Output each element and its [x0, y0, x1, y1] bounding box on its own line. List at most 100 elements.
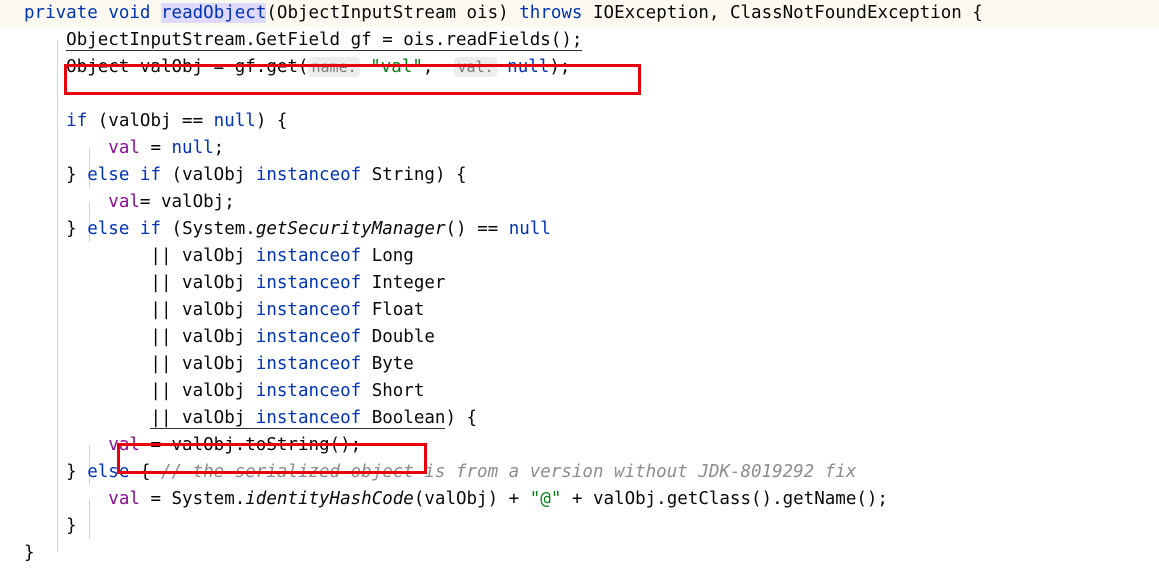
code-line[interactable]: Object valObj = gf.get(name: "val", val:…	[0, 54, 1159, 81]
code-token: =	[139, 138, 172, 158]
keyword-token: instanceof	[255, 354, 362, 374]
code-line[interactable]: || valObj instanceof Double	[0, 324, 1159, 351]
code-line[interactable]: val = valObj.toString();	[0, 432, 1159, 459]
keyword-token: null	[508, 219, 551, 239]
keyword-token: instanceof	[255, 408, 362, 429]
code-line[interactable]: || valObj instanceof Short	[0, 378, 1159, 405]
code-token: || valObj	[24, 354, 256, 374]
comment-token: // the serialized object is from a versi…	[160, 462, 857, 482]
code-token: {	[129, 462, 161, 482]
parameter-inlay-hint: val:	[454, 57, 497, 77]
code-token: Short	[361, 381, 425, 401]
string-literal-token: "@"	[529, 489, 562, 509]
keyword-token: else	[87, 219, 130, 239]
code-line[interactable]: || valObj instanceof Integer	[0, 270, 1159, 297]
keyword-token: instanceof	[255, 273, 362, 293]
code-token: }	[24, 165, 88, 185]
code-line[interactable]: private void readObject(ObjectInputStrea…	[0, 0, 1159, 27]
code-line[interactable]: if (valObj == null) {	[0, 108, 1159, 135]
code-token-underlined: || valObj	[150, 408, 256, 429]
code-editor-viewport[interactable]: private void readObject(ObjectInputStrea…	[0, 0, 1159, 579]
code-line[interactable]: || valObj instanceof Byte	[0, 351, 1159, 378]
code-token: || valObj	[24, 381, 256, 401]
code-line[interactable]: val = System.identityHashCode(valObj) + …	[0, 486, 1159, 513]
code-line[interactable]: || valObj instanceof Boolean) {	[0, 405, 1159, 432]
code-token: );	[549, 57, 571, 77]
code-token: ) {	[255, 111, 288, 131]
keyword-token: null	[171, 138, 214, 158]
keyword-token: if	[139, 165, 161, 185]
keyword-token: if	[66, 111, 88, 131]
code-token: }	[24, 462, 88, 482]
keyword-token: private	[24, 3, 98, 23]
code-token: }	[24, 516, 77, 536]
field-reference-token: val	[108, 138, 140, 158]
code-line[interactable]: } else if (System.getSecurityManager() =…	[0, 216, 1159, 243]
code-token: (ObjectInputStream ois)	[266, 3, 520, 23]
code-token: || valObj	[24, 327, 256, 347]
code-line[interactable]: } else { // the serialized object is fro…	[0, 459, 1159, 486]
code-line[interactable]: || valObj instanceof Long	[0, 243, 1159, 270]
keyword-token: throws	[519, 3, 583, 23]
code-line[interactable]: || valObj instanceof Float	[0, 297, 1159, 324]
code-token: (valObj	[161, 165, 256, 185]
code-token: + valObj.getClass().getName();	[561, 489, 888, 509]
code-token: ;	[213, 138, 225, 158]
keyword-token: if	[139, 219, 161, 239]
code-token-underlined: ObjectInputStream.GetField gf = ois.read…	[66, 30, 583, 51]
string-literal-token: "val"	[370, 57, 423, 77]
keyword-token: void	[108, 3, 151, 23]
code-token: = valObj.toString();	[139, 435, 362, 455]
code-token: ) {	[445, 408, 478, 428]
code-token: String) {	[361, 165, 467, 185]
code-token: || valObj	[24, 273, 256, 293]
keyword-token: instanceof	[255, 165, 362, 185]
code-text-layer[interactable]: private void readObject(ObjectInputStrea…	[0, 0, 1159, 567]
code-token: (System.	[161, 219, 256, 239]
code-token: Integer	[361, 273, 446, 293]
static-method-token: getSecurityManager	[255, 219, 446, 239]
code-token: Double	[361, 327, 435, 347]
code-token: Float	[361, 300, 425, 320]
code-token: ,	[422, 57, 455, 77]
code-line[interactable]: }	[0, 540, 1159, 567]
code-line[interactable]: val = null;	[0, 135, 1159, 162]
code-line[interactable]: }	[0, 513, 1159, 540]
keyword-token: else	[87, 165, 130, 185]
keyword-token: null	[213, 111, 256, 131]
code-token: (valObj) +	[413, 489, 530, 509]
keyword-token: instanceof	[255, 327, 362, 347]
code-token: }	[24, 219, 88, 239]
code-token: IOException, ClassNotFoundException {	[582, 3, 983, 23]
code-line[interactable]: ObjectInputStream.GetField gf = ois.read…	[0, 27, 1159, 54]
code-line[interactable]: } else if (valObj instanceof String) {	[0, 162, 1159, 189]
field-reference-token: val	[108, 192, 140, 212]
code-token-underlined: Boolean	[361, 408, 446, 429]
code-token: () ==	[445, 219, 509, 239]
keyword-token: instanceof	[255, 300, 362, 320]
code-token: Object valObj = gf.get(	[24, 57, 309, 77]
code-line[interactable]	[0, 81, 1159, 108]
method-name-token-highlighted: readObject	[161, 3, 267, 23]
code-token: || valObj	[24, 246, 256, 266]
code-token: Long	[361, 246, 414, 266]
keyword-token: else	[87, 462, 130, 482]
keyword-token: instanceof	[255, 381, 362, 401]
keyword-token: instanceof	[255, 246, 362, 266]
parameter-inlay-hint: name:	[308, 57, 360, 77]
field-reference-token: val	[108, 489, 140, 509]
code-line[interactable]: val= valObj;	[0, 189, 1159, 216]
keyword-token: null	[507, 57, 550, 77]
code-token: || valObj	[24, 300, 256, 320]
